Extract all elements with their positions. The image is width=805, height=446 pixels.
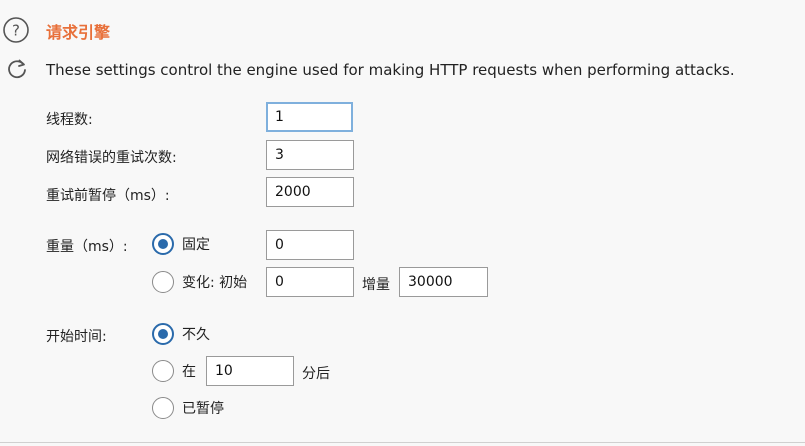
start-time-paused-label: 已暂停: [182, 401, 224, 417]
retries-input[interactable]: [266, 140, 354, 170]
start-time-paused-radio[interactable]: [152, 397, 174, 419]
throttle-fixed-label: 固定: [182, 237, 210, 253]
retries-label: 网络错误的重试次数:: [46, 150, 177, 166]
throttle-variable-label: 变化: 初始: [182, 275, 248, 291]
throttle-fixed-option[interactable]: 固定: [152, 233, 210, 255]
svg-text:?: ?: [12, 22, 20, 40]
refresh-icon[interactable]: [4, 56, 30, 82]
threads-input[interactable]: [266, 102, 353, 132]
start-time-label: 开始时间:: [46, 329, 107, 345]
start-time-in-radio[interactable]: [152, 360, 174, 382]
section-divider: [0, 442, 805, 443]
start-time-minutes-input[interactable]: [206, 356, 294, 386]
start-time-minutes-suffix: 分后: [302, 366, 330, 382]
help-icon[interactable]: ?: [2, 16, 30, 44]
start-time-immediately-radio[interactable]: [152, 323, 174, 345]
start-time-in-option[interactable]: 在: [152, 360, 196, 382]
threads-label: 线程数:: [46, 112, 93, 128]
throttle-label: 重量（ms）:: [46, 239, 128, 255]
start-time-immediately-label: 不久: [182, 327, 210, 343]
throttle-step-label: 增量: [362, 277, 390, 293]
start-time-in-label: 在: [182, 364, 196, 380]
throttle-step-input[interactable]: [399, 267, 488, 297]
start-time-paused-option[interactable]: 已暂停: [152, 397, 224, 419]
pause-before-retry-input[interactable]: [266, 177, 354, 207]
throttle-fixed-radio[interactable]: [152, 233, 174, 255]
throttle-variable-option[interactable]: 变化: 初始: [152, 271, 247, 293]
throttle-fixed-input[interactable]: [266, 230, 354, 260]
pause-before-retry-label: 重试前暂停（ms）:: [46, 188, 170, 204]
throttle-variable-radio[interactable]: [152, 271, 174, 293]
start-time-immediately-option[interactable]: 不久: [152, 323, 210, 345]
throttle-start-input[interactable]: [266, 267, 354, 297]
section-description: These settings control the engine used f…: [46, 61, 735, 79]
section-title: 请求引擎: [46, 23, 111, 42]
